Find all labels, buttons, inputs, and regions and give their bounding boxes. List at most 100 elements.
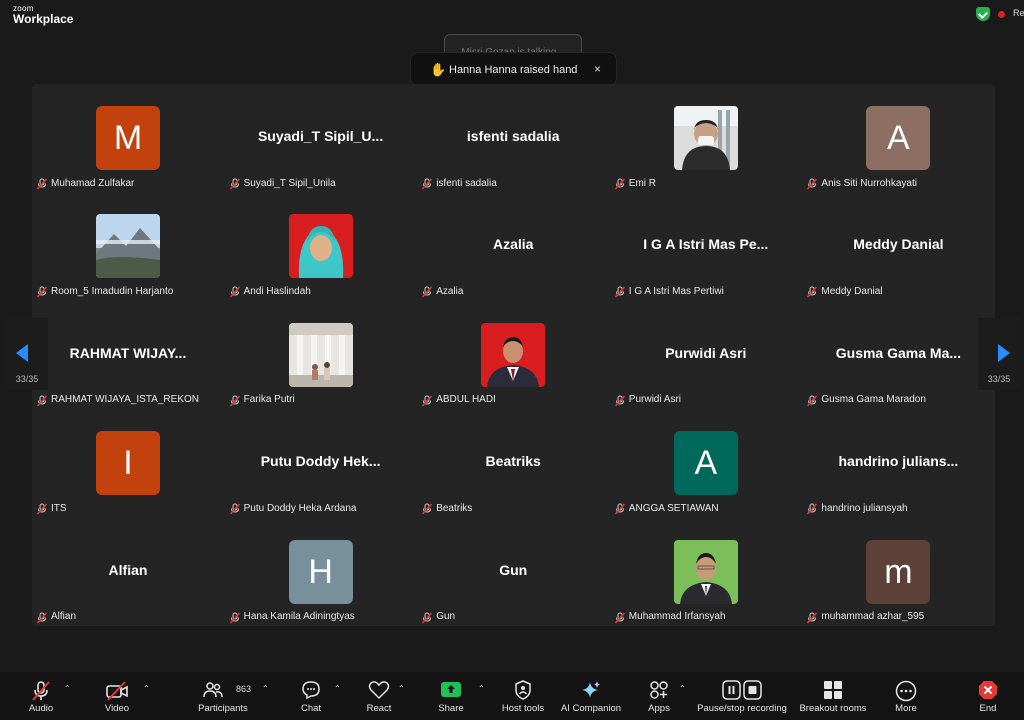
participant-tile[interactable]: Putu Doddy Hek... Putu Doddy Heka Ardana: [225, 409, 417, 517]
close-icon[interactable]: ×: [594, 62, 601, 76]
participant-tile[interactable]: A Anis Siti Nurrohkayati: [802, 84, 994, 192]
participant-name: Muhamad Zulfakar: [51, 177, 135, 189]
mic-muted-icon: [421, 611, 433, 624]
participant-tile[interactable]: A ANGGA SETIAWAN: [610, 409, 802, 517]
participant-display-name: RAHMAT WIJAY...: [69, 344, 187, 361]
participant-name: ANGGA SETIAWAN: [628, 502, 719, 514]
ai-companion-button[interactable]: AI Companion: [557, 672, 625, 720]
participant-tile[interactable]: Alfian Alfian: [32, 518, 224, 626]
participants-button[interactable]: Participants: [193, 672, 253, 720]
chat-button[interactable]: Chat: [290, 672, 332, 720]
participants-options-caret[interactable]: ⌃: [262, 684, 269, 693]
participant-name-label: Andi Haslindah: [229, 284, 311, 298]
participant-tile[interactable]: Meddy Danial Meddy Danial: [802, 192, 994, 300]
audio-options-caret[interactable]: ⌃: [64, 684, 71, 693]
participant-display-name: Suyadi_T Sipil_U...: [257, 128, 384, 144]
participant-tile[interactable]: isfenti sadalia isfenti sadalia: [417, 84, 609, 192]
participant-tile[interactable]: H Hana Kamila Adiningtyas: [225, 518, 417, 626]
previous-page-button[interactable]: 33/35: [6, 318, 48, 390]
more-button[interactable]: More: [886, 672, 926, 720]
react-label: React: [366, 703, 392, 714]
participant-name-label: I G A Istri Mas Pertiwi: [614, 284, 724, 298]
participant-tile[interactable]: I ITS: [32, 409, 224, 517]
react-options-caret[interactable]: ⌃: [398, 684, 405, 693]
video-off-icon: [106, 681, 128, 701]
next-page-button[interactable]: 33/35: [978, 318, 1020, 390]
audio-button[interactable]: Audio: [18, 672, 64, 720]
participant-name: muhammad azhar_595: [821, 611, 925, 623]
pause-stop-recording-label: Pause/stop recording: [697, 703, 787, 714]
participant-tile[interactable]: Room_5 Imadudin Harjanto: [32, 192, 224, 300]
more-label: More: [895, 703, 917, 714]
video-options-caret[interactable]: ⌃: [143, 684, 150, 693]
pause-stop-recording-button[interactable]: Pause/stop recording: [695, 672, 789, 720]
participant-name: Room_5 Imadudin Harjanto: [51, 285, 174, 297]
apps-options-caret[interactable]: ⌃: [679, 684, 686, 693]
mic-muted-icon: [614, 177, 626, 190]
host-tools-button[interactable]: Host tools: [497, 672, 549, 720]
mic-muted-icon: [421, 502, 433, 515]
end-meeting-button[interactable]: End: [968, 672, 1008, 720]
participant-tile[interactable]: handrino julians... handrino juliansyah: [802, 409, 994, 517]
mic-muted-icon: [36, 611, 48, 624]
page-indicator-right: 33/35: [987, 374, 1011, 384]
breakout-rooms-button[interactable]: Breakout rooms: [797, 672, 869, 720]
mic-muted-icon: [806, 611, 818, 624]
participant-name: Muhammad Irfansyah: [628, 611, 726, 623]
participant-name-label: ANGGA SETIAWAN: [614, 501, 719, 515]
avatar: H: [288, 539, 353, 604]
participant-tile[interactable]: I G A Istri Mas Pe... I G A Istri Mas Per…: [610, 192, 802, 300]
participant-name: Andi Haslindah: [243, 285, 311, 297]
participant-tile[interactable]: Farika Putri: [225, 301, 417, 409]
share-label: Share: [438, 703, 464, 714]
breakout-rooms-icon: [824, 681, 842, 699]
mic-muted-icon: [806, 394, 818, 407]
mic-muted-icon: [36, 502, 48, 515]
share-button[interactable]: Share: [430, 672, 472, 720]
participant-tile[interactable]: Beatriks Beatriks: [417, 409, 609, 517]
mic-muted-icon: [421, 177, 433, 190]
participant-name: handrino juliansyah: [821, 502, 908, 514]
security-shield-icon[interactable]: [976, 7, 990, 21]
participants-label: Participants: [198, 703, 248, 714]
avatar: [96, 214, 160, 279]
mic-muted-icon: [229, 394, 241, 407]
audio-label: Audio: [28, 703, 54, 714]
host-tools-label: Host tools: [501, 703, 545, 714]
participant-name: isfenti sadalia: [436, 177, 497, 189]
participant-tile[interactable]: Suyadi_T Sipil_U... Suyadi_T Sipil_Unila: [225, 84, 417, 192]
participant-name: I G A Istri Mas Pertiwi: [628, 285, 724, 297]
video-label: Video: [104, 703, 130, 714]
participant-tile[interactable]: Azalia Azalia: [417, 192, 609, 300]
participant-tile[interactable]: ABDUL HADI: [417, 301, 609, 409]
participant-display-name: isfenti sadalia: [466, 128, 560, 144]
participant-name: Alfian: [51, 611, 77, 623]
participant-display-name: Meddy Danial: [853, 236, 944, 253]
mic-muted-icon: [421, 394, 433, 407]
participant-name: ITS: [51, 502, 67, 514]
apps-button[interactable]: Apps: [640, 672, 678, 720]
pause-stop-icon: [722, 680, 762, 700]
participant-name-label: ABDUL HADI: [421, 393, 496, 407]
participant-tile[interactable]: Gun Gun: [417, 518, 609, 626]
participant-tile[interactable]: RAHMAT WIJAY... RAHMAT WIJAYA_ISTA_REKON: [32, 301, 224, 409]
participant-name-label: RAHMAT WIJAYA_ISTA_REKON: [36, 393, 199, 407]
participant-name-label: Hana Kamila Adiningtyas: [229, 610, 355, 624]
participant-tile[interactable]: Gusma Gama Ma... Gusma Gama Maradon: [802, 301, 994, 409]
participant-display-name: Putu Doddy Hek...: [260, 453, 381, 470]
react-button[interactable]: React: [358, 672, 400, 720]
mic-muted-icon: [614, 394, 626, 407]
participant-name: Putu Doddy Heka Ardana: [243, 502, 357, 514]
participant-tile[interactable]: m muhammad azhar_595: [802, 518, 994, 626]
participant-tile[interactable]: M Muhamad Zulfakar: [32, 84, 224, 192]
participant-tile[interactable]: Purwidi Asri Purwidi Asri: [610, 301, 802, 409]
chat-options-caret[interactable]: ⌃: [334, 684, 341, 693]
video-button[interactable]: Video: [94, 672, 140, 720]
share-options-caret[interactable]: ⌃: [478, 684, 485, 693]
participant-tile[interactable]: Muhammad Irfansyah: [610, 518, 802, 626]
participant-name-label: muhammad azhar_595: [806, 610, 924, 624]
meeting-toolbar: Audio ⌃ Video ⌃ Participants 863 ⌃ Chat …: [0, 672, 1024, 720]
participant-tile[interactable]: Emi R: [610, 84, 802, 192]
participant-tile[interactable]: Andi Haslindah: [225, 192, 417, 300]
participant-name: Hana Kamila Adiningtyas: [243, 611, 355, 623]
